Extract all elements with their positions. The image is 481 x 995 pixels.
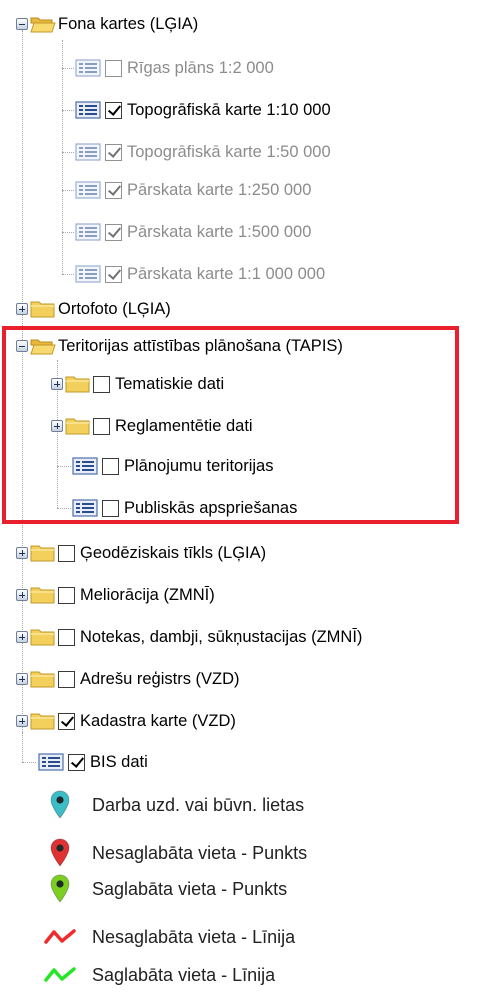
layer-checkbox[interactable] xyxy=(105,265,122,283)
tree-label: Topogrāfiskā karte 1:50 000 xyxy=(127,143,331,161)
tree-label: BIS dati xyxy=(90,753,148,771)
tree-label: Ģeodēziskais tīkls (LĢIA) xyxy=(80,544,267,562)
tree-layer-item[interactable]: Pārskata karte 1:500 000 xyxy=(75,217,311,247)
folder-icon xyxy=(30,587,55,604)
legend-label: Darba uzd. vai būvn. lietas xyxy=(92,795,305,815)
layer-icon xyxy=(75,59,101,77)
legend-item: Saglabāta vieta - Punkts xyxy=(44,873,287,905)
folder-icon xyxy=(30,671,55,688)
tree-label: Pārskata karte 1:250 000 xyxy=(127,181,312,199)
tree-label: Adrešu reģistrs (VZD) xyxy=(80,670,240,688)
expand-toggle-icon[interactable] xyxy=(16,303,28,315)
expand-toggle-icon[interactable] xyxy=(16,589,28,601)
tree-label: Topogrāfiskā karte 1:10 000 xyxy=(127,101,331,119)
layer-checkbox[interactable] xyxy=(58,712,75,730)
folder-icon xyxy=(30,545,55,562)
legend-item: Nesaglabāta vieta - Līnija xyxy=(44,921,295,953)
tree-group-fona-kartes[interactable]: Fona kartes (LĢIA) xyxy=(16,9,198,39)
green-map-pin-icon xyxy=(44,874,76,904)
tree-layer-item[interactable]: Rīgas plāns 1:2 000 xyxy=(75,53,274,83)
layer-checkbox[interactable] xyxy=(58,586,75,604)
collapse-toggle-icon[interactable] xyxy=(16,18,28,30)
layer-checkbox[interactable] xyxy=(58,670,75,688)
expand-toggle-icon[interactable] xyxy=(16,673,28,685)
folder-icon xyxy=(30,713,55,730)
layer-icon xyxy=(75,101,101,119)
folder-icon xyxy=(30,629,55,646)
tree-label: Kadastra karte (VZD) xyxy=(80,712,236,730)
layer-icon xyxy=(75,143,101,161)
layer-icon xyxy=(75,223,101,241)
tree-group-ortofoto[interactable]: Ortofoto (LĢIA) xyxy=(16,294,171,324)
tree-layer-item[interactable]: Topogrāfiskā karte 1:50 000 xyxy=(75,137,331,167)
layer-checkbox[interactable] xyxy=(105,101,122,119)
layer-checkbox[interactable] xyxy=(68,753,85,771)
layer-checkbox[interactable] xyxy=(105,143,122,161)
tree-label: Meliorācija (ZMNĪ) xyxy=(80,586,215,604)
legend-label: Nesaglabāta vieta - Punkts xyxy=(92,843,308,863)
tree-group-item[interactable]: Meliorācija (ZMNĪ) xyxy=(16,580,215,610)
tree-label: Ortofoto (LĢIA) xyxy=(58,300,171,318)
tree-group-item[interactable]: Notekas, dambji, sūkņustacijas (ZMNĪ) xyxy=(16,622,362,652)
tree-group-item[interactable]: Ģeodēziskais tīkls (LĢIA) xyxy=(16,538,266,568)
tree-label: Fona kartes (LĢIA) xyxy=(58,15,199,33)
tree-label: Rīgas plāns 1:2 000 xyxy=(127,59,274,77)
tree-layer-bis-dati[interactable]: BIS dati xyxy=(38,747,148,777)
tree-layer-item[interactable]: Topogrāfiskā karte 1:10 000 xyxy=(75,95,331,125)
legend-label: Saglabāta vieta - Līnija xyxy=(92,965,276,985)
teal-map-pin-icon xyxy=(44,790,76,820)
expand-toggle-icon[interactable] xyxy=(16,715,28,727)
red-line-icon xyxy=(44,922,76,952)
layer-checkbox[interactable] xyxy=(105,223,122,241)
legend-label: Nesaglabāta vieta - Līnija xyxy=(92,927,296,947)
green-line-icon xyxy=(44,960,76,990)
layer-icon xyxy=(38,753,64,771)
legend-item: Darba uzd. vai būvn. lietas xyxy=(44,789,304,821)
tree-layer-item[interactable]: Pārskata karte 1:250 000 xyxy=(75,175,311,205)
layer-checkbox[interactable] xyxy=(58,628,75,646)
layer-checkbox[interactable] xyxy=(58,544,75,562)
layer-icon xyxy=(75,265,101,283)
layer-icon xyxy=(75,181,101,199)
layer-checkbox[interactable] xyxy=(105,59,122,77)
tree-group-item[interactable]: Adrešu reģistrs (VZD) xyxy=(16,664,240,694)
open-folder-icon xyxy=(30,17,56,33)
folder-icon xyxy=(30,301,55,318)
expand-toggle-icon[interactable] xyxy=(16,547,28,559)
layer-checkbox[interactable] xyxy=(105,181,122,199)
legend-item: Saglabāta vieta - Līnija xyxy=(44,959,275,991)
tree-label: Notekas, dambji, sūkņustacijas (ZMNĪ) xyxy=(80,628,363,646)
layer-tree: Fona kartes (LĢIA) Rīgas plāns 1:2 000 To… xyxy=(0,0,481,995)
tree-layer-item[interactable]: Pārskata karte 1:1 000 000 xyxy=(75,259,325,289)
expand-toggle-icon[interactable] xyxy=(16,631,28,643)
red-map-pin-icon xyxy=(44,838,76,868)
tree-label: Pārskata karte 1:1 000 000 xyxy=(127,265,326,283)
tree-group-item[interactable]: Kadastra karte (VZD) xyxy=(16,706,236,736)
red-highlight-box xyxy=(2,326,459,524)
tree-label: Pārskata karte 1:500 000 xyxy=(127,223,312,241)
legend-item: Nesaglabāta vieta - Punkts xyxy=(44,837,307,869)
legend-label: Saglabāta vieta - Punkts xyxy=(92,879,288,899)
